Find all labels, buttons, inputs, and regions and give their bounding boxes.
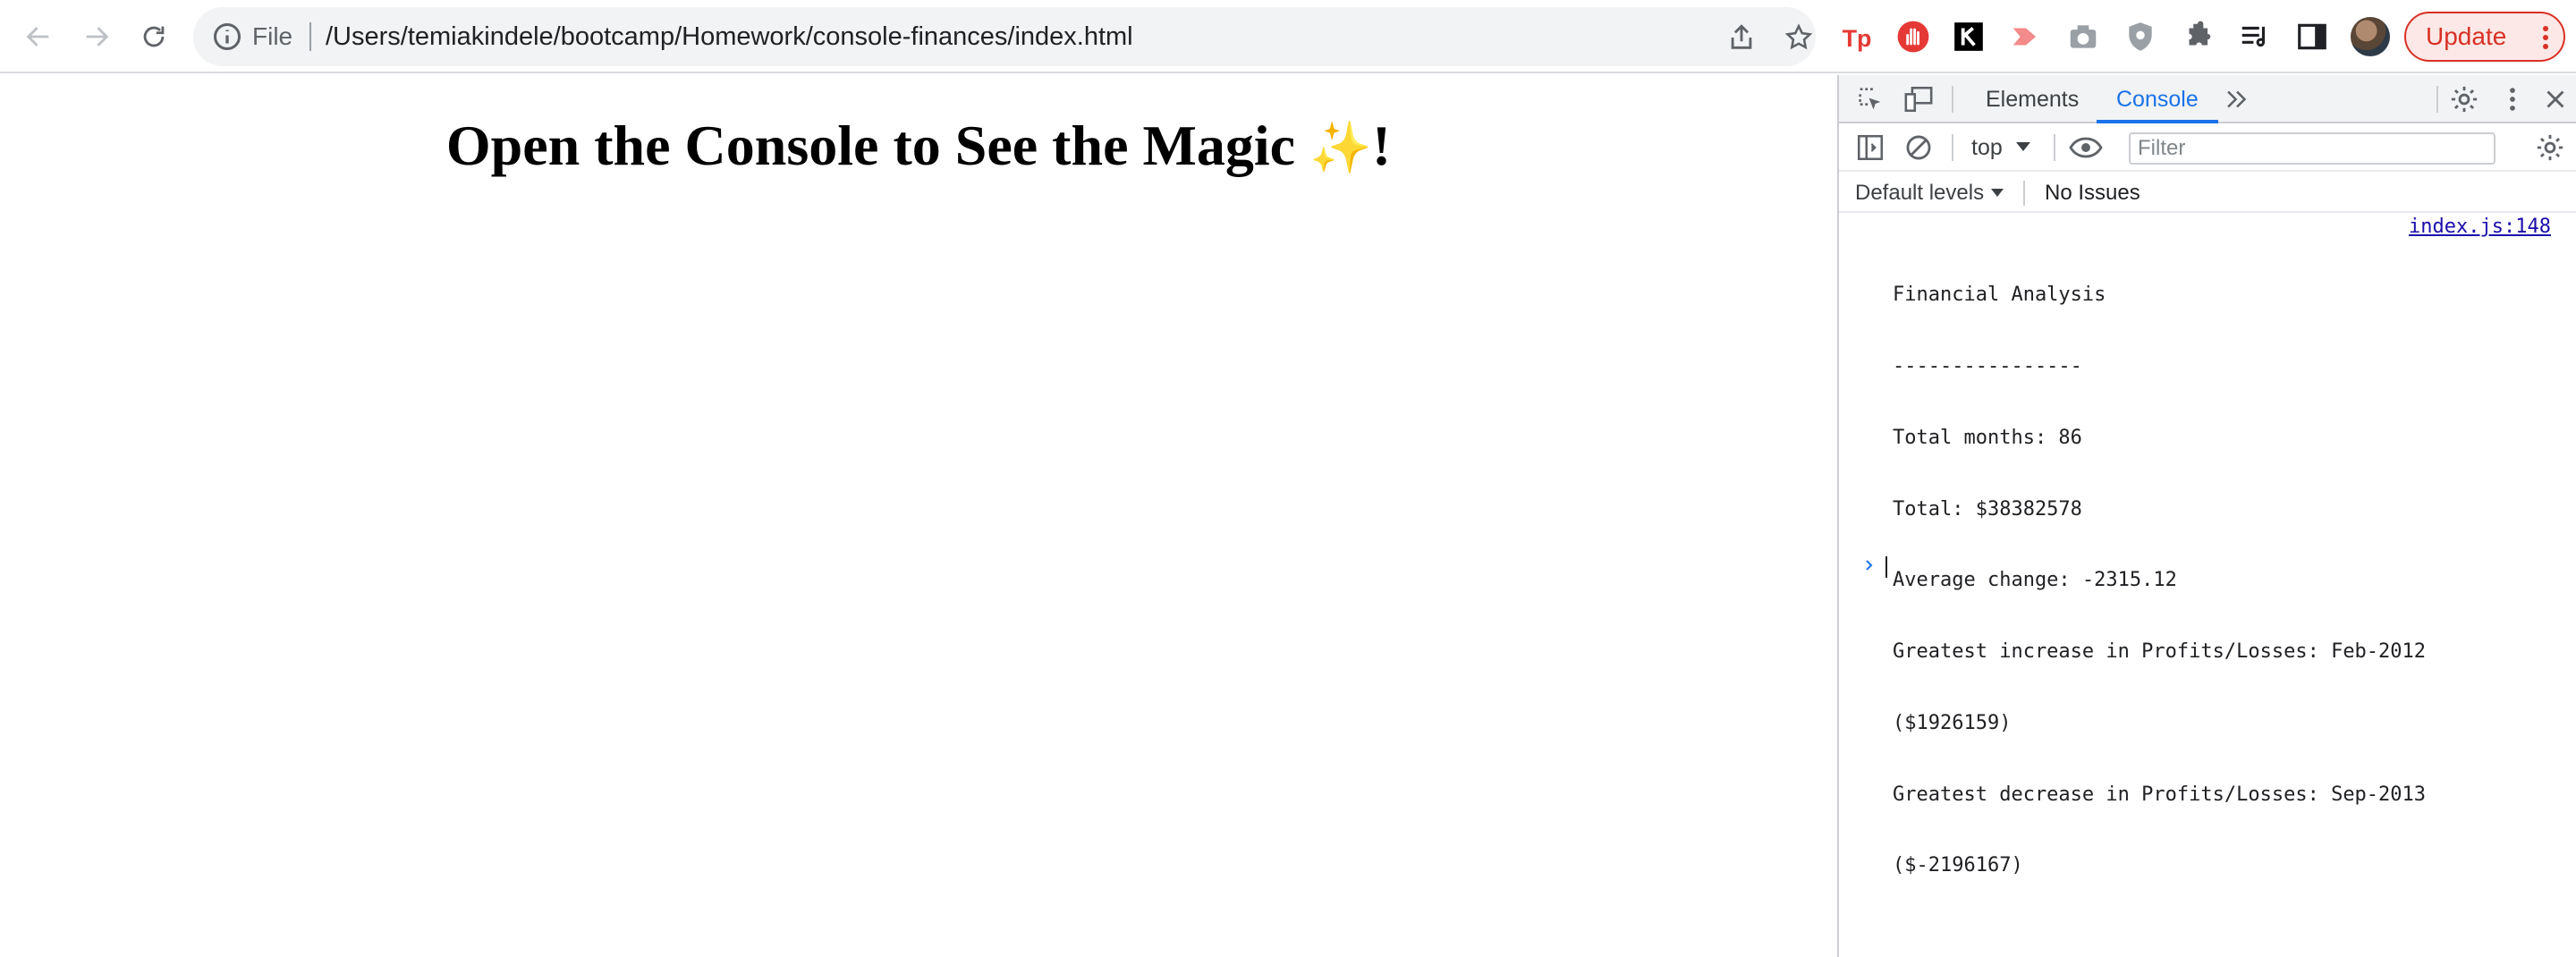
url-text[interactable]: /Users/temiakindele/bootcamp/Homework/co… (326, 7, 1133, 66)
console-line: Total months: 86 (1893, 426, 2082, 449)
chevron-down-icon (2016, 142, 2030, 151)
update-button[interactable]: Update (2404, 12, 2565, 62)
info-icon[interactable] (211, 21, 243, 53)
arrow-right-icon (86, 27, 109, 47)
filter-input[interactable] (2129, 132, 2496, 165)
side-panel-icon[interactable] (2293, 18, 2331, 55)
console-output: index.js:148 Financial Analysis --------… (1839, 215, 2576, 957)
puzzle-icon[interactable] (2179, 18, 2216, 55)
console-line: ---------------- (1893, 354, 2082, 377)
console-line: Total: $38382578 (1893, 497, 2082, 521)
forward-button[interactable] (75, 15, 118, 58)
arrow-extension-icon[interactable] (2007, 18, 2045, 55)
text-caret (1885, 556, 1887, 578)
eye-icon[interactable] (2068, 132, 2104, 163)
console-line: ($-2196167) (1893, 854, 2023, 877)
page-heading: Open the Console to See the Magic ✨! (0, 113, 1837, 179)
arrow-left-icon (26, 27, 49, 47)
camera-extension-icon[interactable] (2064, 18, 2102, 55)
chevron-right-icon (1866, 560, 1873, 571)
divider (1952, 86, 1953, 113)
console-levels-bar: Default levels No Issues (1839, 174, 2576, 213)
console-line: Financial Analysis (1893, 284, 2106, 307)
page-heading-exclamation: ! (1371, 114, 1392, 177)
scheme-label: File (252, 22, 293, 50)
more-tabs-icon[interactable] (2222, 84, 2252, 114)
tab-elements[interactable]: Elements (1986, 75, 2079, 123)
reload-icon (143, 26, 165, 47)
shield-extension-icon[interactable] (2122, 18, 2159, 55)
console-settings-gear-icon[interactable] (2535, 132, 2565, 163)
share-icon[interactable] (1726, 22, 1757, 53)
hand-stop-extension-icon[interactable] (1894, 18, 1932, 55)
update-button-label: Update (2426, 22, 2507, 50)
console-prompt[interactable] (1839, 549, 2576, 581)
devtools-panel: Elements Console top Filter Default leve… (1837, 75, 2576, 957)
page-viewport: Open the Console to See the Magic ✨! (0, 75, 1837, 957)
divider (2436, 86, 2438, 113)
tp-extension-icon[interactable]: Tp (1839, 18, 1877, 55)
issues-counter[interactable]: No Issues (2045, 174, 2140, 213)
inspect-element-icon[interactable] (1855, 84, 1885, 114)
device-toolbar-icon[interactable] (1903, 84, 1934, 114)
address-bar[interactable]: File /Users/temiakindele/bootcamp/Homewo… (193, 7, 1816, 66)
gear-icon[interactable] (2449, 84, 2479, 114)
chevron-down-icon (1991, 189, 2004, 197)
svg-text:Tp: Tp (1843, 25, 1872, 52)
divider (2023, 181, 2025, 206)
sidebar-toggle-icon[interactable] (1855, 132, 1885, 163)
divider (309, 22, 311, 51)
console-line: Greatest increase in Profits/Losses: Feb… (1893, 640, 2427, 664)
context-selector[interactable]: top (1971, 123, 2003, 172)
back-button[interactable] (17, 15, 60, 58)
log-levels-dropdown[interactable]: Default levels (1855, 174, 1984, 213)
divider (1952, 134, 1953, 161)
page-heading-text: Open the Console to See the Magic (445, 114, 1310, 177)
clear-console-icon[interactable] (1903, 132, 1934, 163)
avatar[interactable] (2351, 17, 2390, 56)
star-icon[interactable] (1784, 22, 1814, 53)
close-icon[interactable] (2540, 84, 2571, 114)
sparkles-emoji: ✨ (1309, 119, 1372, 177)
k-extension-icon[interactable] (1950, 18, 1987, 55)
divider (2054, 134, 2055, 161)
console-line: Greatest decrease in Profits/Losses: Sep… (1893, 783, 2427, 806)
devtools-tab-bar: Elements Console (1839, 75, 2576, 123)
reload-button[interactable] (132, 15, 175, 58)
more-vertical-icon (2543, 26, 2548, 49)
console-toolbar: top (1839, 123, 2576, 172)
tab-console[interactable]: Console (2116, 75, 2199, 123)
console-line: ($1926159) (1893, 711, 2012, 734)
browser-toolbar: File /Users/temiakindele/bootcamp/Homewo… (0, 0, 2576, 73)
more-vertical-icon[interactable] (2497, 84, 2528, 114)
reading-list-icon[interactable] (2236, 18, 2274, 55)
